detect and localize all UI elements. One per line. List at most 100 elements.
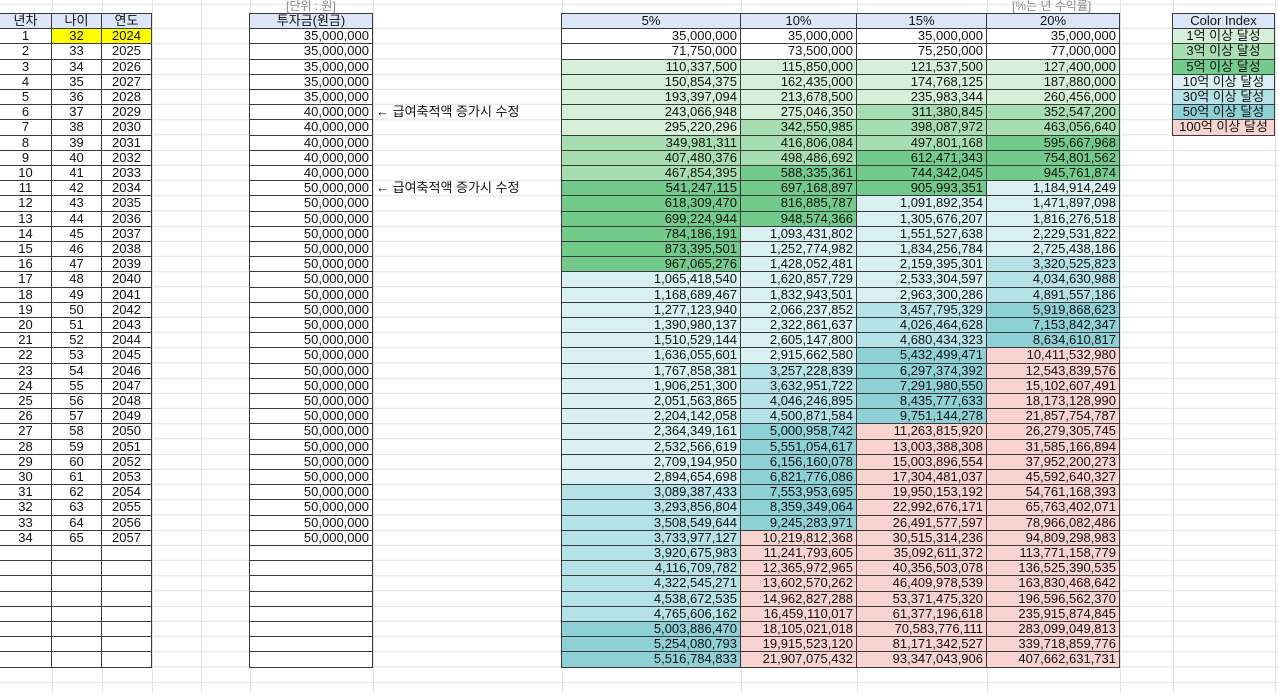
projection-cell[interactable]: 65,763,402,071 [986, 499, 1120, 516]
projection-cell[interactable]: 5,516,784,833 [561, 651, 741, 668]
projection-cell[interactable]: 3,632,951,722 [740, 377, 857, 394]
investment-cell[interactable]: 35,000,000 [249, 73, 373, 90]
projection-cell[interactable]: 2,159,395,301 [856, 256, 987, 273]
age-cell[interactable] [51, 605, 102, 622]
year-index-cell[interactable] [0, 590, 52, 607]
calendar-year-cell[interactable]: 2025 [101, 43, 152, 60]
projection-cell[interactable]: 3,320,525,823 [986, 256, 1120, 273]
projection-cell[interactable]: 618,309,470 [561, 195, 741, 212]
projection-cell[interactable]: 4,026,464,628 [856, 317, 987, 334]
age-cell[interactable] [51, 545, 102, 562]
legend-item[interactable]: 10억 이상 달성 [1172, 73, 1275, 90]
year-index-cell[interactable]: 13 [0, 210, 52, 227]
year-index-cell[interactable]: 26 [0, 408, 52, 425]
calendar-year-cell[interactable]: 2053 [101, 469, 152, 486]
legend-item[interactable]: 5억 이상 달성 [1172, 58, 1275, 75]
year-index-cell[interactable]: 3 [0, 58, 52, 75]
investment-cell[interactable] [249, 605, 373, 622]
year-index-cell[interactable]: 12 [0, 195, 52, 212]
projection-cell[interactable]: 1,252,774,982 [740, 241, 857, 258]
year-index-cell[interactable]: 15 [0, 241, 52, 258]
projection-cell[interactable]: 37,952,200,273 [986, 453, 1120, 470]
projection-cell[interactable]: 1,510,529,144 [561, 332, 741, 349]
year-index-cell[interactable]: 7 [0, 119, 52, 136]
age-cell[interactable]: 40 [51, 149, 102, 166]
projection-cell[interactable]: 13,602,570,262 [740, 575, 857, 592]
age-cell[interactable]: 37 [51, 104, 102, 121]
investment-cell[interactable]: 40,000,000 [249, 149, 373, 166]
calendar-year-cell[interactable]: 2054 [101, 484, 152, 501]
age-cell[interactable]: 59 [51, 438, 102, 455]
age-cell[interactable]: 52 [51, 332, 102, 349]
calendar-year-cell[interactable]: 2056 [101, 514, 152, 531]
investment-cell[interactable] [249, 651, 373, 668]
projection-cell[interactable]: 4,322,545,271 [561, 575, 741, 592]
projection-cell[interactable]: 93,347,043,906 [856, 651, 987, 668]
year-index-cell[interactable]: 23 [0, 362, 52, 379]
investment-cell[interactable]: 50,000,000 [249, 347, 373, 364]
projection-cell[interactable]: 8,359,349,064 [740, 499, 857, 516]
projection-cell[interactable]: 3,293,856,804 [561, 499, 741, 516]
projection-cell[interactable]: 5,000,958,742 [740, 423, 857, 440]
header-investment[interactable]: 투자금(원금) [249, 13, 373, 30]
projection-cell[interactable]: 10,219,812,368 [740, 529, 857, 546]
age-cell[interactable]: 46 [51, 241, 102, 258]
calendar-year-cell[interactable]: 2044 [101, 332, 152, 349]
projection-cell[interactable]: 1,428,052,481 [740, 256, 857, 273]
projection-cell[interactable]: 5,254,080,793 [561, 636, 741, 653]
calendar-year-cell[interactable]: 2045 [101, 347, 152, 364]
investment-cell[interactable]: 50,000,000 [249, 529, 373, 546]
projection-cell[interactable]: 150,854,375 [561, 73, 741, 90]
projection-cell[interactable]: 4,034,630,988 [986, 271, 1120, 288]
calendar-year-cell[interactable]: 2028 [101, 89, 152, 106]
header-rate-10pct[interactable]: 10% [740, 13, 857, 30]
year-index-cell[interactable]: 10 [0, 165, 52, 182]
projection-cell[interactable]: 4,765,606,162 [561, 605, 741, 622]
calendar-year-cell[interactable]: 2039 [101, 256, 152, 273]
projection-cell[interactable]: 1,834,256,784 [856, 241, 987, 258]
projection-cell[interactable]: 1,636,055,601 [561, 347, 741, 364]
projection-cell[interactable]: 1,065,418,540 [561, 271, 741, 288]
projection-cell[interactable]: 70,583,776,111 [856, 621, 987, 638]
projection-cell[interactable]: 213,678,500 [740, 89, 857, 106]
projection-cell[interactable]: 945,761,874 [986, 165, 1120, 182]
projection-cell[interactable]: 352,547,200 [986, 104, 1120, 121]
projection-cell[interactable]: 75,250,000 [856, 43, 987, 60]
investment-cell[interactable]: 50,000,000 [249, 210, 373, 227]
projection-cell[interactable]: 2,915,662,580 [740, 347, 857, 364]
calendar-year-cell[interactable] [101, 575, 152, 592]
calendar-year-cell[interactable] [101, 560, 152, 577]
age-cell[interactable]: 47 [51, 256, 102, 273]
projection-cell[interactable]: 3,920,675,983 [561, 545, 741, 562]
projection-cell[interactable]: 4,500,871,584 [740, 408, 857, 425]
age-cell[interactable]: 62 [51, 484, 102, 501]
year-index-cell[interactable]: 4 [0, 73, 52, 90]
investment-cell[interactable]: 50,000,000 [249, 393, 373, 410]
year-index-cell[interactable]: 6 [0, 104, 52, 121]
projection-cell[interactable]: 260,456,000 [986, 89, 1120, 106]
age-cell[interactable]: 58 [51, 423, 102, 440]
projection-cell[interactable]: 2,066,237,852 [740, 301, 857, 318]
age-cell[interactable]: 35 [51, 73, 102, 90]
projection-cell[interactable]: 19,950,153,192 [856, 484, 987, 501]
calendar-year-cell[interactable]: 2036 [101, 210, 152, 227]
projection-cell[interactable]: 3,457,795,329 [856, 301, 987, 318]
projection-cell[interactable]: 816,885,787 [740, 195, 857, 212]
investment-cell[interactable]: 35,000,000 [249, 43, 373, 60]
header-age[interactable]: 나이 [51, 13, 102, 30]
investment-cell[interactable] [249, 545, 373, 562]
projection-cell[interactable]: 235,983,344 [856, 89, 987, 106]
projection-cell[interactable]: 9,751,144,278 [856, 408, 987, 425]
projection-cell[interactable]: 1,305,676,207 [856, 210, 987, 227]
projection-cell[interactable]: 463,056,640 [986, 119, 1120, 136]
projection-cell[interactable]: 17,304,481,037 [856, 469, 987, 486]
projection-cell[interactable]: 3,733,977,127 [561, 529, 741, 546]
projection-cell[interactable]: 4,680,434,323 [856, 332, 987, 349]
calendar-year-cell[interactable]: 2038 [101, 241, 152, 258]
projection-cell[interactable]: 71,750,000 [561, 43, 741, 60]
projection-cell[interactable]: 873,395,501 [561, 241, 741, 258]
projection-cell[interactable]: 19,915,523,120 [740, 636, 857, 653]
age-cell[interactable]: 51 [51, 317, 102, 334]
projection-cell[interactable]: 61,377,196,618 [856, 605, 987, 622]
age-cell[interactable]: 56 [51, 393, 102, 410]
